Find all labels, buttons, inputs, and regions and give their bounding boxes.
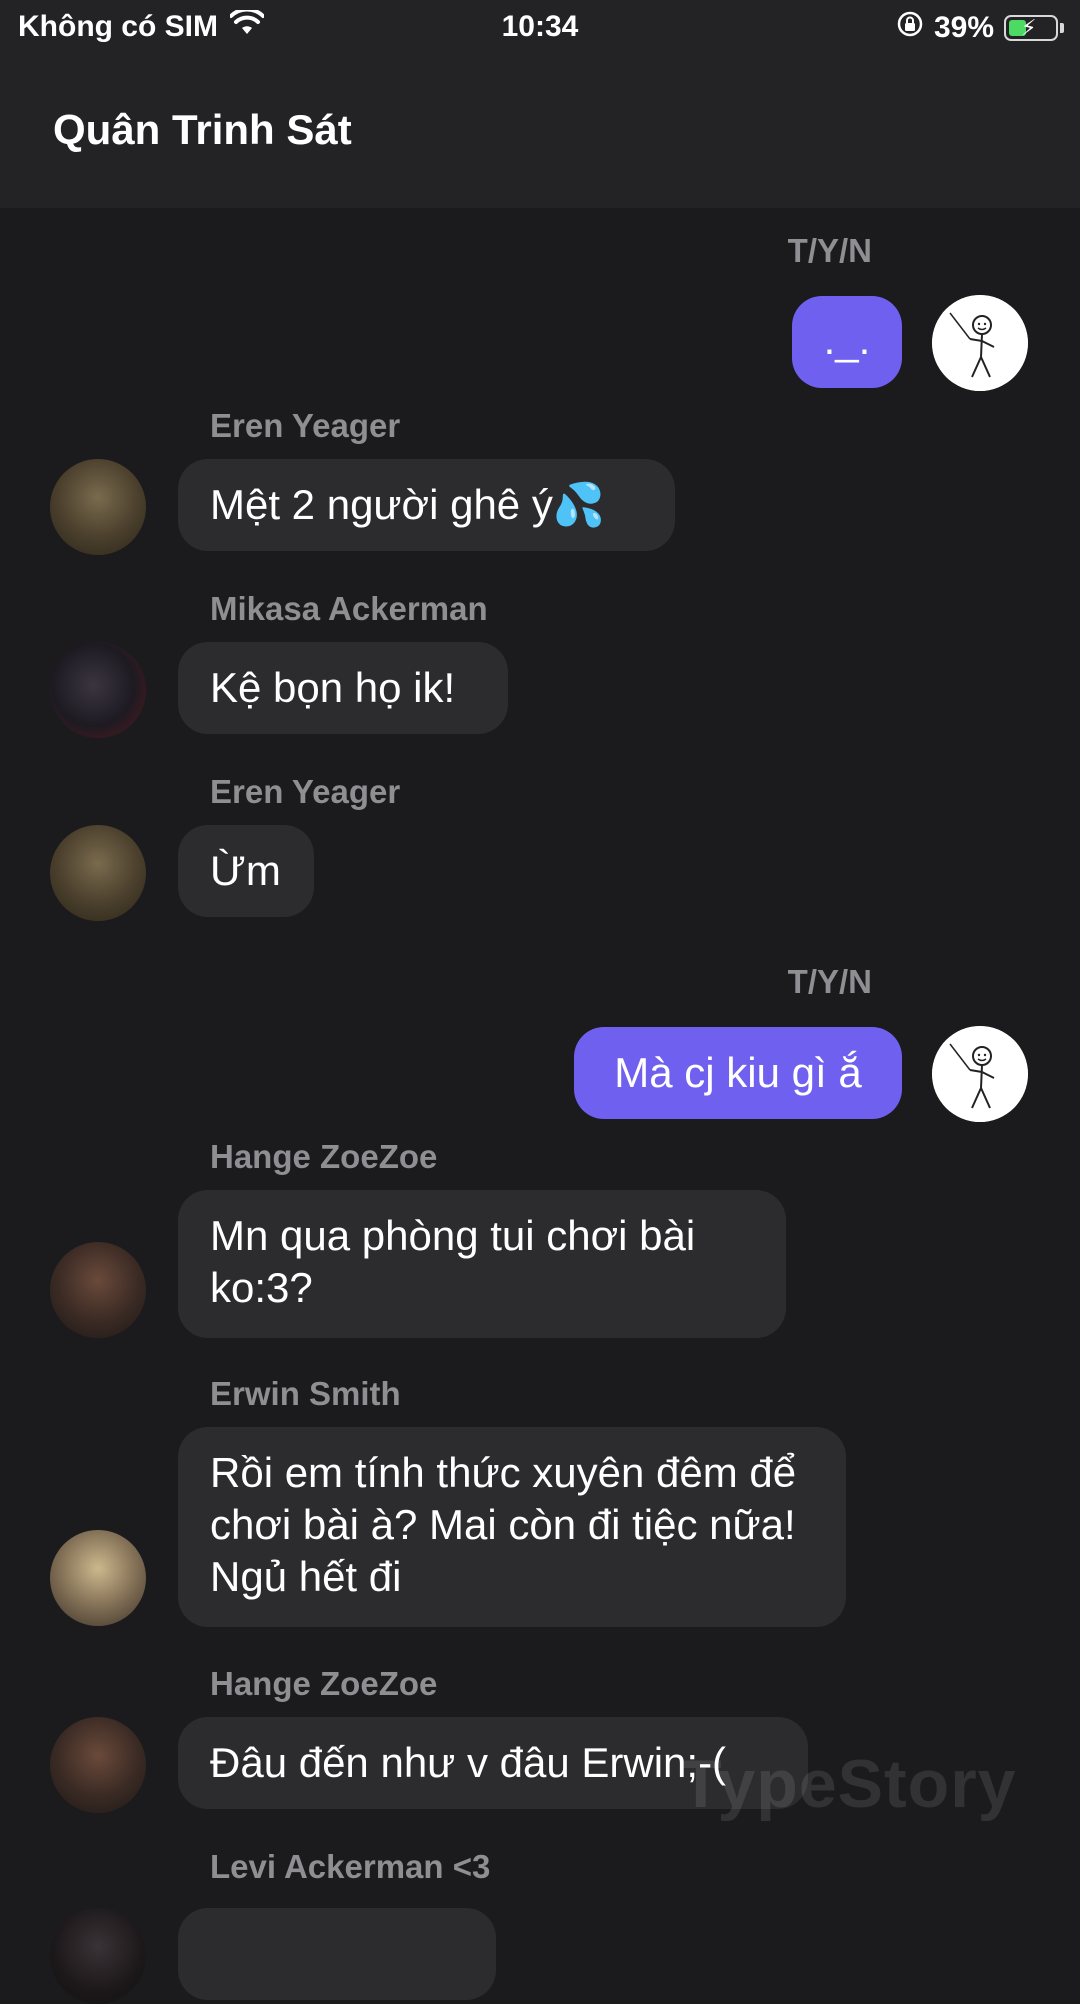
sender-name: Erwin Smith (210, 1375, 401, 1412)
battery-percent: 39% (933, 11, 994, 44)
sender-name: Eren Yeager (210, 407, 401, 444)
message-bubble[interactable]: Ừm (178, 825, 314, 917)
message-bubble[interactable]: Mà cj kiu gì ắ (574, 1027, 902, 1119)
avatar-levi[interactable] (50, 1908, 146, 2004)
message-bubble[interactable]: Rồi em tính thức xuyên đêm để chơi bài à… (178, 1427, 846, 1627)
avatar-hange[interactable] (50, 1242, 146, 1338)
sender-name: Mikasa Ackerman (210, 590, 488, 627)
chat-area[interactable]: T/Y/N ._. Eren Yeager Mệt 2 người ghê ý💦… (0, 208, 1080, 2004)
avatar-stick-figure-icon[interactable] (932, 1026, 1028, 1122)
message-bubble[interactable]: Mệt 2 người ghê ý💦 (178, 459, 675, 551)
avatar-mikasa[interactable] (50, 642, 146, 738)
chat-header: Quân Trinh Sát (0, 56, 1080, 208)
message-bubble[interactable]: Đâu đến như v đâu Erwin;-( (178, 1717, 808, 1809)
sender-name: Levi Ackerman <3 (210, 1848, 491, 1885)
battery-cap (1060, 23, 1064, 33)
message-bubble[interactable]: Mn qua phòng tui chơi bài ko:3? (178, 1190, 786, 1338)
sender-name: T/Y/N (787, 963, 872, 1000)
sender-name: Eren Yeager (210, 773, 401, 810)
status-right: 39% ⚡ (896, 10, 1064, 46)
message-bubble[interactable] (178, 1908, 496, 2000)
avatar-erwin[interactable] (50, 1530, 146, 1626)
message-bubble[interactable]: Kệ bọn họ ik! (178, 642, 508, 734)
message-bubble[interactable]: ._. (792, 296, 902, 388)
bolt-icon: ⚡ (1021, 15, 1037, 40)
avatar-eren[interactable] (50, 459, 146, 555)
battery-charging-icon: ⚡ (1004, 15, 1058, 41)
sender-name: Hange ZoeZoe (210, 1138, 438, 1175)
chat-title: Quân Trinh Sát (53, 106, 352, 153)
sender-name: Hange ZoeZoe (210, 1665, 438, 1702)
status-bar: Không có SIM 10:34 39% ⚡ (0, 0, 1080, 56)
sender-name: T/Y/N (787, 232, 872, 269)
orientation-lock-icon (896, 10, 924, 46)
avatar-eren[interactable] (50, 825, 146, 921)
avatar-hange[interactable] (50, 1717, 146, 1813)
avatar-stick-figure-icon[interactable] (932, 295, 1028, 391)
